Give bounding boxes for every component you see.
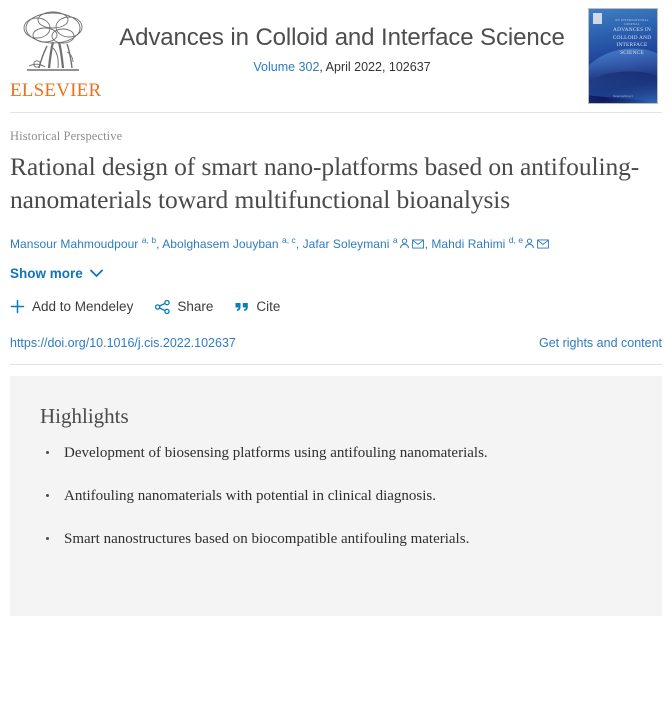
cite-label: Cite — [256, 299, 281, 315]
envelope-icon[interactable] — [411, 236, 424, 254]
doi-link[interactable]: https://doi.org/10.1016/j.cis.2022.10263… — [10, 336, 236, 350]
chevron-down-icon — [89, 266, 103, 281]
journal-header-center: Advances in Colloid and Interface Scienc… — [96, 4, 588, 74]
journal-header: ELSEVIER Advances in Colloid and Interfa… — [0, 0, 672, 112]
journal-cover-wrap[interactable]: AN INTERNATIONAL JOURNAL ADVANCES IN COL… — [588, 4, 662, 104]
issue-line: Volume 302, April 2022, 102637 — [96, 60, 588, 74]
show-more-label: Show more — [10, 266, 83, 282]
author-separator: , — [295, 237, 303, 252]
cover-title-line-4: SCIENCE — [620, 50, 644, 57]
author-affiliation-marker[interactable]: a — [393, 235, 398, 245]
cover-title-text: AN INTERNATIONAL JOURNAL ADVANCES IN COL… — [611, 18, 653, 58]
highlight-item: Smart nanostructures based on biocompati… — [40, 529, 632, 550]
article-meta-block: Historical Perspective Rational design o… — [0, 113, 672, 364]
show-more-authors-button[interactable]: Show more — [10, 266, 103, 281]
author-entry: Abolghasem Jouyban a, c — [162, 235, 296, 251]
cover-elsevier-mark — [593, 13, 602, 24]
page-title: Rational design of smart nano-platforms … — [10, 152, 640, 215]
author-name[interactable]: Mahdi Rahimi — [431, 237, 508, 251]
article-page: ELSEVIER Advances in Colloid and Interfa… — [0, 0, 672, 714]
doi-row: https://doi.org/10.1016/j.cis.2022.10263… — [10, 336, 662, 364]
author-entry: Mansour Mahmoudpour a, b — [10, 235, 156, 251]
elsevier-wordmark: ELSEVIER — [10, 80, 102, 101]
author-entry: Jafar Soleymani a — [303, 235, 425, 254]
highlights-title: Highlights — [40, 404, 129, 429]
issue-rest: , April 2022, 102637 — [319, 59, 431, 74]
article-actions: Add to Mendeley Share Cite — [10, 299, 662, 314]
cover-title-line-2: COLLOID AND — [612, 34, 652, 41]
share-button[interactable]: Share — [155, 299, 213, 314]
cover-footer-text: ScienceDirect — [613, 94, 633, 98]
share-nodes-icon — [155, 299, 171, 314]
plus-icon — [10, 299, 25, 314]
get-rights-and-content-link[interactable]: Get rights and content — [539, 336, 662, 350]
cover-subtitle: AN INTERNATIONAL JOURNAL — [615, 18, 649, 27]
volume-link[interactable]: Volume 302 — [253, 60, 319, 74]
author-name[interactable]: Abolghasem Jouyban — [162, 237, 282, 251]
person-icon[interactable] — [399, 236, 410, 254]
envelope-icon[interactable] — [537, 236, 550, 254]
cover-title-line-3: INTERFACE — [616, 42, 648, 49]
add-to-mendeley-label: Add to Mendeley — [32, 299, 134, 315]
quote-icon — [235, 301, 249, 313]
author-affiliation-marker[interactable]: a, b — [142, 235, 156, 245]
cover-title-line-1: ADVANCES IN — [613, 26, 651, 33]
author-entry: Mahdi Rahimi d, e — [431, 235, 550, 254]
author-name[interactable]: Mansour Mahmoudpour — [10, 237, 142, 251]
elsevier-tree-icon — [10, 8, 96, 80]
highlight-item: Antifouling nanomaterials with potential… — [40, 486, 632, 507]
journal-cover-image[interactable]: AN INTERNATIONAL JOURNAL ADVANCES IN COL… — [588, 8, 658, 104]
highlights-section: Highlights Development of biosensing pla… — [10, 376, 662, 617]
highlight-item: Development of biosensing platforms usin… — [40, 443, 632, 464]
author-affiliation-marker[interactable]: d, e — [509, 235, 523, 245]
journal-title: Advances in Colloid and Interface Scienc… — [119, 24, 565, 51]
elsevier-logo[interactable]: ELSEVIER — [10, 4, 102, 101]
cite-button[interactable]: Cite — [235, 299, 280, 314]
article-divider — [10, 364, 662, 366]
document-type-label: Historical Perspective — [10, 129, 123, 143]
share-label: Share — [177, 299, 214, 315]
author-list: Mansour Mahmoudpour a, b, Abolghasem Jou… — [10, 234, 662, 254]
author-affiliation-marker[interactable]: a, c — [282, 235, 296, 245]
author-name[interactable]: Jafar Soleymani — [303, 237, 393, 251]
add-to-mendeley-button[interactable]: Add to Mendeley — [10, 299, 133, 314]
highlights-list: Development of biosensing platforms usin… — [40, 443, 632, 550]
person-icon[interactable] — [524, 236, 535, 254]
